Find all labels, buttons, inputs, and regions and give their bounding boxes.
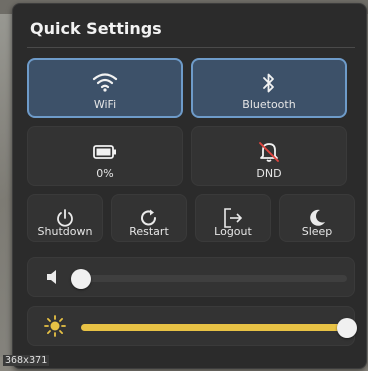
bell-off-icon: [192, 141, 346, 163]
wifi-toggle[interactable]: WiFi: [27, 58, 183, 118]
quick-settings-panel: Quick Settings WiFi Bluetooth 0% DND Shu…: [12, 3, 367, 369]
restart-label: Restart: [129, 225, 169, 238]
wifi-icon: [29, 72, 181, 92]
panel-title: Quick Settings: [30, 19, 162, 38]
sun-icon[interactable]: [44, 315, 66, 341]
bluetooth-label: Bluetooth: [242, 98, 296, 111]
bluetooth-icon: [193, 72, 345, 94]
volume-knob[interactable]: [71, 269, 91, 289]
speaker-icon[interactable]: [46, 269, 60, 289]
battery-tile[interactable]: 0%: [27, 126, 183, 186]
dnd-label: DND: [256, 167, 282, 180]
shutdown-label: Shutdown: [37, 225, 93, 238]
title-divider: [27, 47, 355, 48]
restart-button[interactable]: Restart: [111, 194, 187, 242]
battery-label: 0%: [96, 167, 114, 180]
brightness-knob[interactable]: [337, 318, 357, 338]
logout-button[interactable]: Logout: [195, 194, 271, 242]
shutdown-button[interactable]: Shutdown: [27, 194, 103, 242]
sleep-button[interactable]: Sleep: [279, 194, 355, 242]
volume-slider[interactable]: [71, 269, 347, 289]
logout-label: Logout: [214, 225, 252, 238]
wifi-label: WiFi: [93, 98, 117, 111]
dimension-tag: 368x371: [3, 355, 50, 366]
battery-icon: [28, 145, 182, 159]
brightness-slider-box: [27, 306, 357, 346]
volume-slider-box: [27, 257, 355, 297]
sleep-label: Sleep: [301, 225, 333, 238]
brightness-slider[interactable]: [81, 318, 357, 338]
bluetooth-toggle[interactable]: Bluetooth: [191, 58, 347, 118]
dnd-toggle[interactable]: DND: [191, 126, 347, 186]
brightness-fill: [81, 324, 347, 331]
